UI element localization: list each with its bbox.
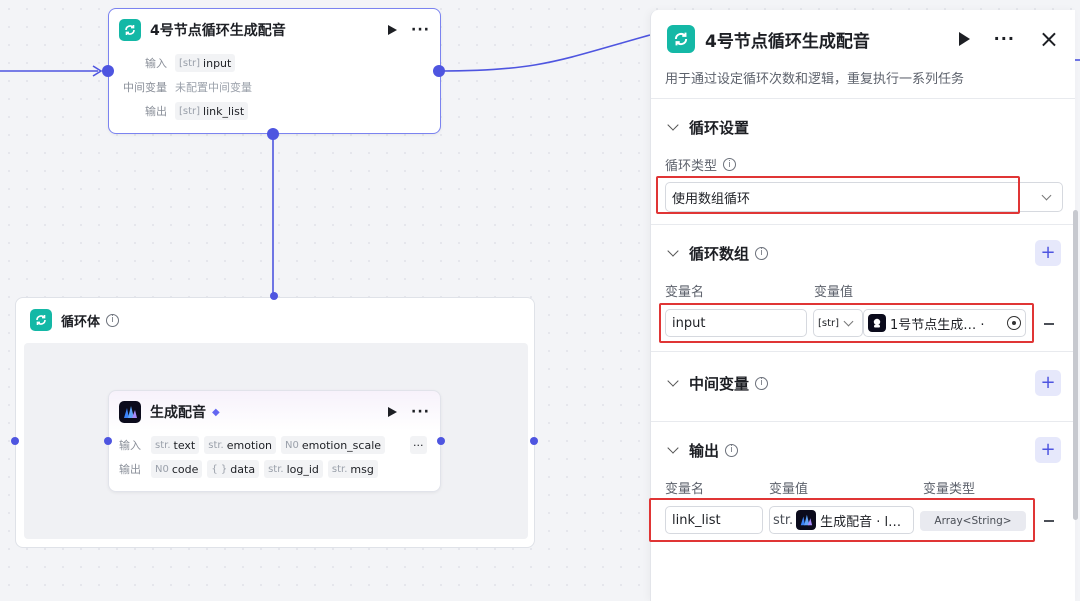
- highlight-box: [656, 176, 1020, 214]
- add-mid-var-button[interactable]: +: [1035, 370, 1061, 396]
- info-icon[interactable]: i: [755, 376, 769, 390]
- col-var-name: 变量名: [665, 285, 705, 300]
- loop-node[interactable]: 4号节点循环生成配音 ··· 输入 [str] input 中间变量 未配置中间变…: [108, 8, 441, 134]
- col-var-value: 变量值: [814, 285, 854, 300]
- loop-body-right-port[interactable]: [530, 437, 538, 445]
- loop-node-title: 4号节点循环生成配音: [150, 23, 286, 39]
- chevron-down-icon: [667, 375, 679, 387]
- run-icon[interactable]: [958, 32, 970, 46]
- loop-icon: [667, 25, 695, 53]
- loop-node-input-port[interactable]: [102, 65, 114, 77]
- remove-output-icon[interactable]: [1044, 520, 1054, 522]
- input-chip-emotion: str. emotion: [204, 436, 277, 454]
- panel-scrollbar[interactable]: [1073, 210, 1078, 520]
- output-chip-log-id: str. log_id: [264, 460, 323, 478]
- input-chip-text: str. text: [151, 436, 200, 454]
- chevron-down-icon: [1041, 190, 1052, 200]
- output-header[interactable]: 输出 i +: [651, 422, 1075, 478]
- run-icon[interactable]: [388, 407, 398, 417]
- dubbing-node-title: 生成配音: [150, 405, 206, 421]
- loop-body-top-port[interactable]: [270, 292, 278, 300]
- dubbing-node[interactable]: 生成配音 ◆ ··· 输入 str. text str. emotion N0 emo…: [108, 390, 441, 492]
- mid-vars-section: 中间变量 i +: [651, 351, 1075, 421]
- chevron-down-icon: [667, 245, 679, 257]
- col-var-type: 变量类型: [923, 482, 976, 497]
- chevron-down-icon: [667, 442, 679, 454]
- loop-body-icon: [30, 309, 52, 331]
- panel-description: 用于通过设定循环次数和逻辑，重复执行一系列任务: [665, 72, 965, 87]
- output-section: 输出 i + 变量名 变量值 变量类型 link_list str. 生成配音 …: [649, 421, 1075, 601]
- loop-type-label: 循环类型: [665, 159, 718, 174]
- input-label: 输入: [145, 57, 167, 70]
- dubbing-input-port[interactable]: [104, 437, 112, 445]
- highlight-box: [659, 303, 1034, 343]
- info-icon[interactable]: i: [106, 313, 120, 327]
- highlight-box: [649, 498, 1035, 542]
- loop-body-left-port[interactable]: [11, 437, 19, 445]
- input-label: 输入: [119, 439, 141, 452]
- loop-settings-section: 循环设置 循环类型 i 使用数组循环: [651, 98, 1075, 224]
- panel-title: 4号节点循环生成配音: [705, 31, 870, 52]
- input-chip-emotion-scale: N0 emotion_scale: [281, 436, 386, 454]
- info-icon[interactable]: i: [723, 158, 737, 171]
- loop-icon: [119, 19, 141, 41]
- output-chip-data: { } data: [207, 460, 260, 478]
- run-icon[interactable]: [388, 25, 398, 35]
- mid-var-value: 未配置中间变量: [175, 81, 252, 94]
- more-icon[interactable]: ···: [411, 405, 430, 419]
- chevron-down-icon: [667, 119, 679, 131]
- loop-node-output-port[interactable]: [433, 65, 445, 77]
- loop-node-body-port[interactable]: [267, 128, 279, 140]
- more-icon[interactable]: ···: [994, 31, 1015, 47]
- info-icon[interactable]: i: [725, 443, 739, 457]
- output-chip-code: N0 code: [151, 460, 203, 478]
- add-output-button[interactable]: +: [1035, 437, 1061, 463]
- close-icon[interactable]: ×: [1039, 27, 1059, 51]
- info-icon[interactable]: i: [755, 246, 769, 260]
- input-chip: [str] input: [175, 54, 236, 72]
- more-icon[interactable]: ···: [411, 23, 430, 37]
- premium-icon: ◆: [212, 406, 220, 418]
- remove-loop-array-icon[interactable]: [1044, 323, 1054, 325]
- output-label: 输出: [119, 463, 141, 476]
- col-var-value: 变量值: [769, 482, 809, 497]
- loop-node-header: 4号节点循环生成配音 ···: [109, 9, 440, 51]
- mid-var-label: 中间变量: [123, 81, 167, 94]
- loop-settings-header[interactable]: 循环设置: [651, 99, 1075, 155]
- loop-array-header[interactable]: 循环数组 i +: [651, 225, 1075, 281]
- properties-panel: 4号节点循环生成配音 ··· × 用于通过设定循环次数和逻辑，重复执行一系列任务…: [649, 10, 1075, 601]
- output-chip-msg: str. msg: [327, 460, 378, 478]
- output-label: 输出: [145, 105, 167, 118]
- output-chip: [str] link_list: [175, 102, 249, 120]
- mid-vars-header[interactable]: 中间变量 i +: [651, 352, 1075, 414]
- col-var-name: 变量名: [665, 482, 705, 497]
- dubbing-app-icon: [119, 401, 141, 423]
- loop-array-section: 循环数组 i + 变量名 变量值 input [str] 1号节点生成… ·: [651, 224, 1075, 351]
- dubbing-output-port[interactable]: [437, 437, 445, 445]
- add-loop-array-button[interactable]: +: [1035, 240, 1061, 266]
- loop-body-title: 循环体: [61, 314, 101, 330]
- more-inputs-button[interactable]: ···: [410, 436, 427, 454]
